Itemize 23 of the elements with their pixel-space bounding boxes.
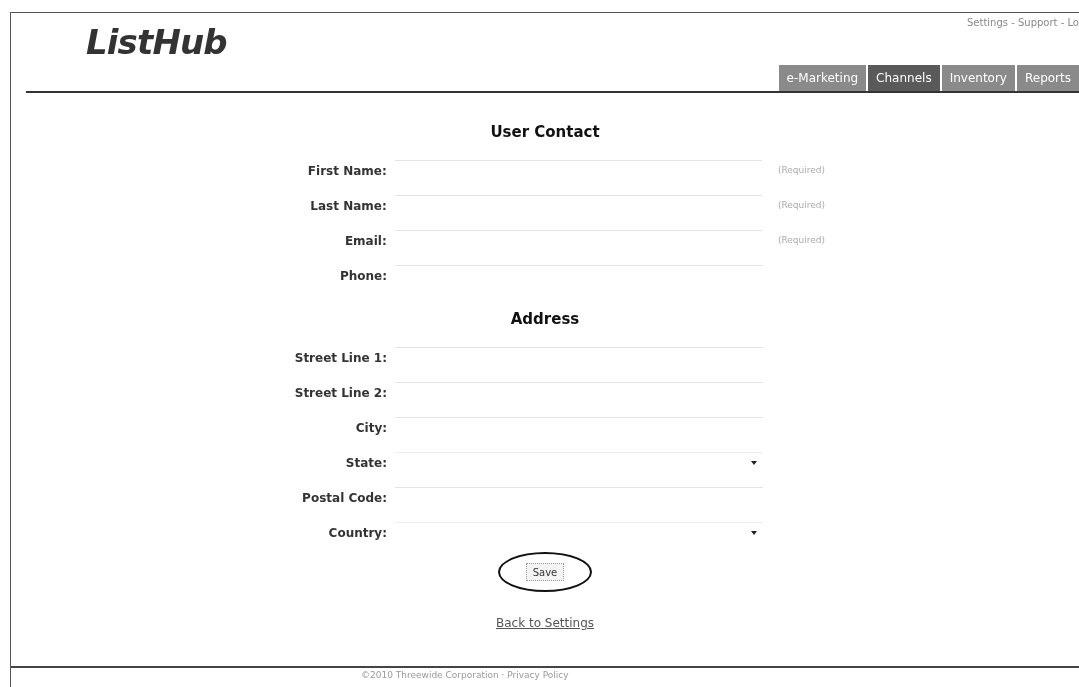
field-label: Street Line 1: xyxy=(293,349,388,367)
logo: ListHub xyxy=(86,25,227,59)
back-link[interactable]: Back to Settings xyxy=(496,614,594,632)
field-label: First Name: xyxy=(306,163,388,180)
required-note: (Required) xyxy=(777,199,825,213)
field-label: Country: xyxy=(327,524,388,542)
footer-text: ©2010 Threewide Corporation · Privacy Policy xyxy=(361,669,569,682)
top-links: Settings - Support - Lo xyxy=(967,16,1079,30)
required-note: (Required) xyxy=(777,164,825,178)
field-label: Phone: xyxy=(338,268,388,285)
required-note: (Required) xyxy=(777,234,825,248)
save-button[interactable]: Save xyxy=(525,563,565,581)
field-label: Street Line 2: xyxy=(293,384,388,402)
field-label: Last Name: xyxy=(309,198,388,215)
field-label: City: xyxy=(354,419,388,437)
section-heading: User Contact xyxy=(490,122,600,143)
field-label: State: xyxy=(344,454,388,472)
caret-icon xyxy=(751,531,757,535)
caret-icon xyxy=(751,461,757,465)
nav-tab[interactable]: Channels xyxy=(868,65,940,91)
field-label: Email: xyxy=(343,233,388,250)
field-label: Postal Code: xyxy=(301,489,388,507)
section-heading: Address xyxy=(510,308,580,330)
